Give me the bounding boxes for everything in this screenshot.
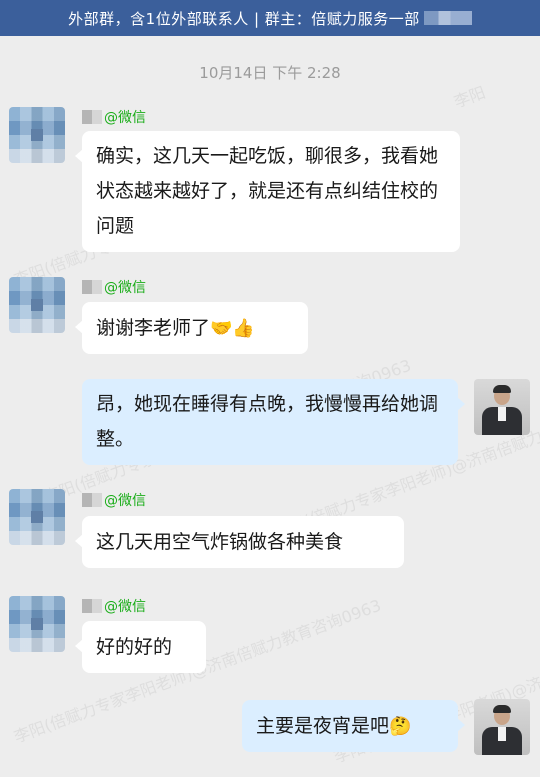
sender-source-label: @微信 (104, 110, 146, 126)
my-avatar[interactable] (474, 379, 530, 435)
watermark: 李阳 (451, 82, 488, 112)
sender-source-label: @微信 (104, 599, 146, 615)
message-bubble[interactable]: 昂，她现在睡得有点晚，我慢慢再给她调整。 (82, 379, 465, 465)
blurred-name (82, 599, 102, 613)
sender-name: @微信 (82, 277, 146, 297)
blurred-owner-suffix (423, 11, 472, 25)
message-text: 主要是夜宵是吧 (256, 715, 390, 737)
message-bubble[interactable]: 确实，这几天一起吃饭，聊很多，我看她状态越来越好了，就是还有点纠结住校的问题 (75, 131, 460, 252)
message-text: 昂，她现在睡得有点晚，我慢慢再给她调整。 (96, 393, 439, 450)
message-bubble[interactable]: 这几天用空气炸锅做各种美食 (75, 516, 404, 568)
message-text: 谢谢李老师了 (96, 317, 211, 339)
message-bubble[interactable]: 谢谢李老师了🤝👍 (75, 302, 308, 354)
message-bubble[interactable]: 好的好的 (75, 621, 206, 673)
sender-name: @微信 (82, 596, 146, 616)
blurred-name (82, 280, 102, 294)
sender-avatar[interactable] (9, 277, 65, 333)
thinking-emoji: 🤔 (389, 716, 412, 737)
group-info-text: 外部群，含1位外部联系人 | 群主：倍赋力服务一部 (68, 9, 420, 28)
blurred-name (82, 110, 102, 124)
message-timestamp: 10月14日 下午 2:28 (199, 64, 341, 82)
message-text: 确实，这几天一起吃饭，聊很多，我看她状态越来越好了，就是还有点纠结住校的问题 (96, 145, 439, 237)
group-info-banner[interactable]: 外部群，含1位外部联系人 | 群主：倍赋力服务一部 (0, 0, 540, 36)
handshake-thumbs-up-emoji: 🤝👍 (210, 318, 255, 339)
sender-name: @微信 (82, 107, 146, 127)
sender-avatar[interactable] (9, 596, 65, 652)
my-avatar[interactable] (474, 699, 530, 755)
sender-name: @微信 (82, 490, 146, 510)
sender-avatar[interactable] (9, 489, 65, 545)
sender-source-label: @微信 (104, 493, 146, 509)
sender-source-label: @微信 (104, 280, 146, 296)
message-text: 这几天用空气炸锅做各种美食 (96, 531, 344, 553)
message-text: 好的好的 (96, 636, 173, 658)
message-bubble[interactable]: 主要是夜宵是吧🤔 (242, 700, 465, 752)
blurred-name (82, 493, 102, 507)
sender-avatar[interactable] (9, 107, 65, 163)
